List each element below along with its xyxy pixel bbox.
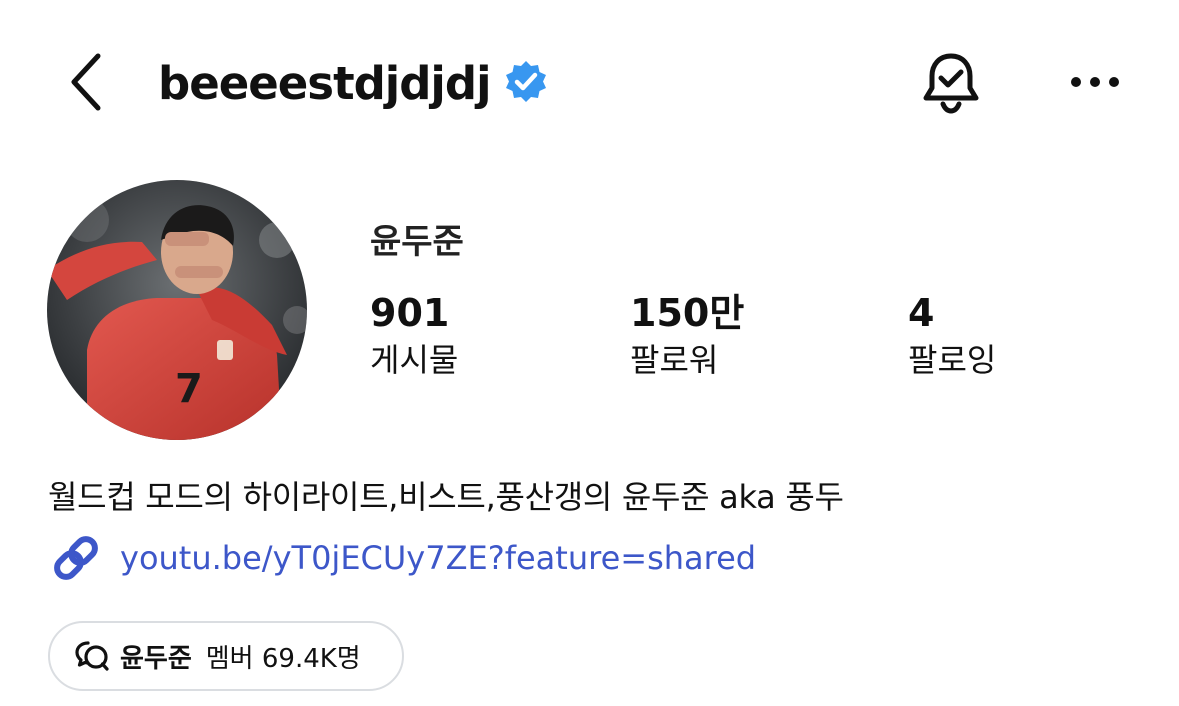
link-text[interactable]: youtu.be/yT0jECUy7ZE?feature=shared: [120, 539, 756, 577]
stat-label: 게시물: [370, 341, 459, 379]
chevron-left-icon: [71, 53, 101, 111]
stat-followers[interactable]: 150만 팔로워: [630, 290, 744, 382]
stat-value: 150만: [630, 291, 745, 335]
profile-link[interactable]: youtu.be/yT0jECUy7ZE?feature=shared: [48, 530, 756, 586]
more-options-button[interactable]: [1060, 54, 1130, 110]
stat-label: 팔로잉: [908, 341, 997, 379]
broadcast-channel-button[interactable]: 윤두준 멤버 69.4K명: [48, 621, 404, 691]
broadcast-channel-icon: [72, 636, 112, 676]
verified-badge-icon: [501, 58, 551, 108]
stat-following[interactable]: 4 팔로잉: [908, 290, 996, 382]
stat-posts[interactable]: 901 게시물: [370, 290, 458, 382]
profile-avatar[interactable]: 7: [47, 180, 307, 440]
more-horizontal-icon: [1071, 77, 1119, 87]
back-button[interactable]: [56, 50, 116, 114]
display-name: 윤두준: [370, 222, 464, 262]
stat-value: 901: [370, 291, 450, 335]
link-icon: [48, 530, 104, 586]
username: beeeestdjdjdj: [158, 56, 491, 110]
profile-bio: 월드컵 모드의 하이라이트,비스트,풍산갱의 윤두준 aka 풍두: [48, 478, 844, 516]
channel-member-count: 멤버 69.4K명: [205, 643, 361, 674]
channel-name: 윤두준: [120, 643, 192, 674]
username-group: beeeestdjdjdj: [158, 52, 551, 114]
stat-value: 4: [908, 291, 935, 335]
svg-text:7: 7: [175, 366, 203, 412]
bell-check-icon: [923, 53, 979, 114]
stat-label: 팔로워: [630, 341, 719, 379]
avatar-photo: 7: [47, 180, 307, 440]
notification-button[interactable]: [914, 46, 988, 120]
profile-header: beeeestdjdjdj: [0, 0, 1179, 165]
